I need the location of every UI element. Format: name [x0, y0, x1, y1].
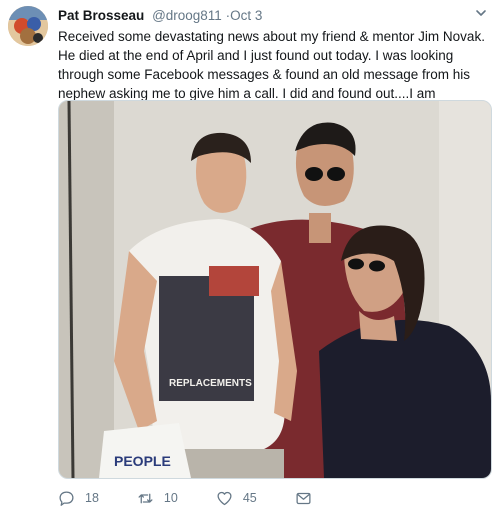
bag-print-text: PEOPLE [114, 453, 171, 469]
heart-icon [217, 491, 232, 505]
timestamp[interactable]: Oct 3 [230, 8, 262, 23]
reply-button[interactable]: 18 [58, 490, 99, 507]
tweet: Pat Brosseau @droog811 ·Oct 3 Received s… [0, 0, 500, 515]
direct-message-button[interactable] [295, 490, 322, 507]
avatar-image [8, 6, 48, 46]
like-button[interactable]: 45 [216, 490, 257, 507]
display-name[interactable]: Pat Brosseau [58, 8, 144, 23]
retweet-count: 10 [163, 491, 178, 505]
reply-count: 18 [85, 491, 99, 505]
chevron-down-icon[interactable] [474, 6, 488, 20]
user-handle[interactable]: @droog811 [152, 8, 222, 23]
retweet-button[interactable]: 10 [137, 490, 178, 507]
envelope-icon [296, 492, 311, 504]
tweet-actions: 18 10 45 [58, 489, 360, 507]
avatar[interactable] [8, 6, 48, 46]
tweet-photo[interactable]: REPLACEMENTS PEOPLE [58, 100, 492, 479]
like-count: 45 [242, 491, 257, 505]
tweet-header: Pat Brosseau @droog811 ·Oct 3 [58, 7, 262, 24]
photo-image: REPLACEMENTS PEOPLE [59, 101, 491, 478]
reply-icon [59, 490, 74, 506]
retweet-icon [138, 493, 153, 503]
shirt-print-text: REPLACEMENTS [169, 378, 252, 389]
